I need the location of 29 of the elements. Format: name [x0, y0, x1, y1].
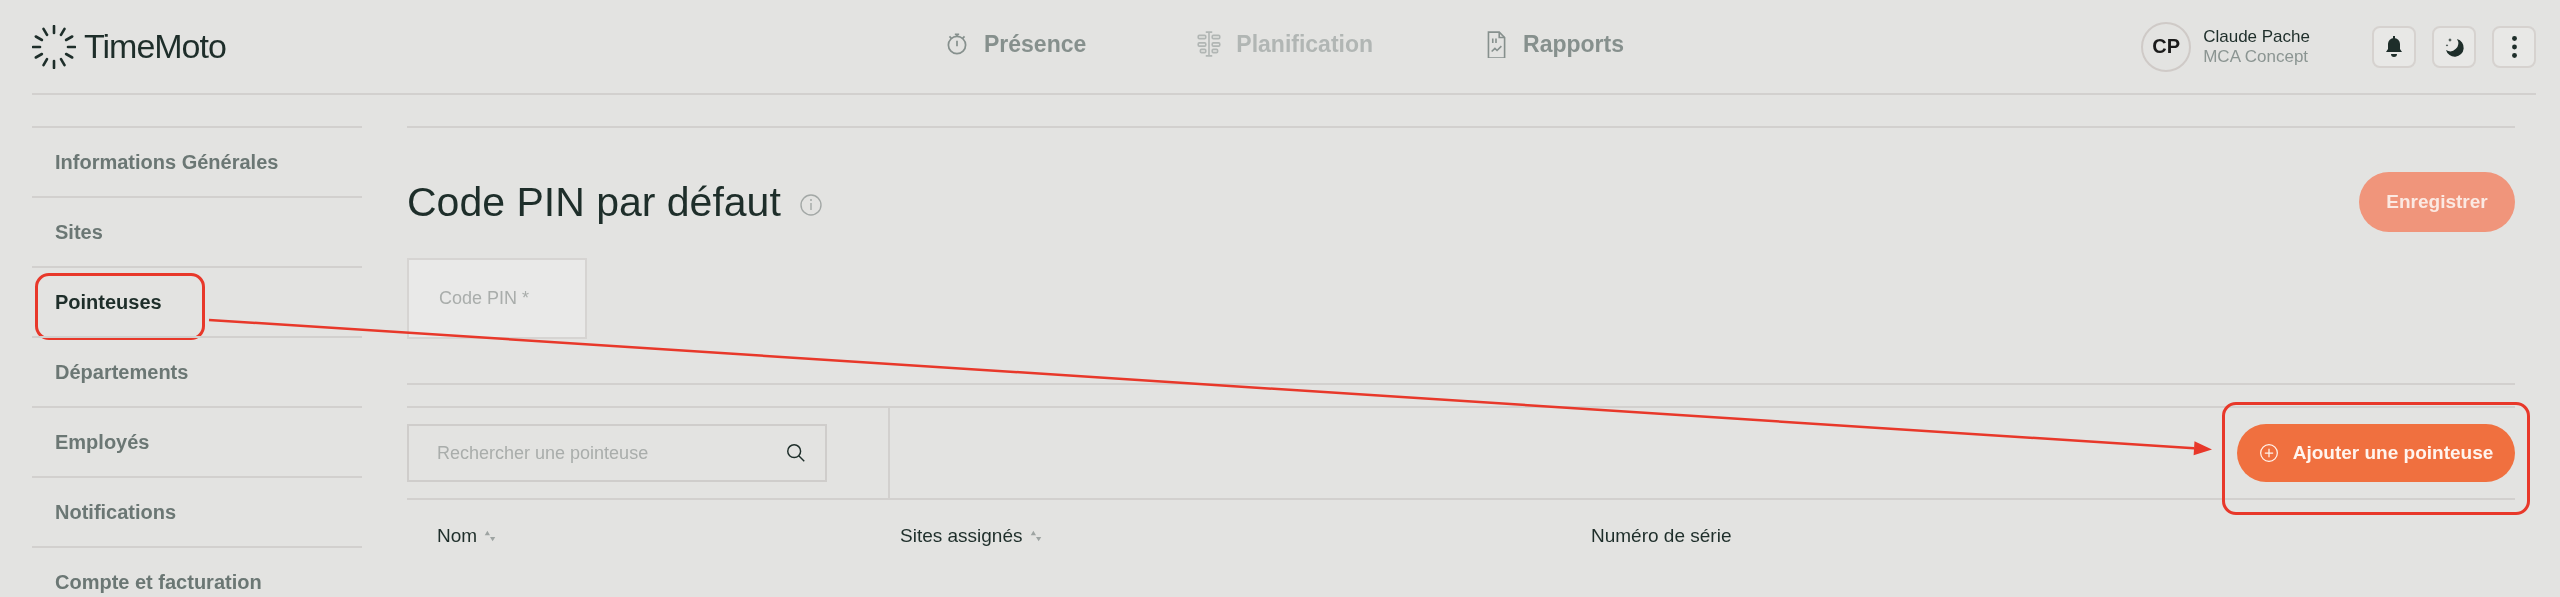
- more-icon: [2511, 35, 2517, 58]
- sidebar-item[interactable]: Informations Générales: [32, 126, 362, 196]
- user-name: Claude Pache: [2203, 26, 2310, 47]
- sidebar-item[interactable]: Pointeuses: [32, 266, 362, 336]
- search-icon: [785, 442, 807, 464]
- add-device-button[interactable]: Ajouter une pointeuse: [2237, 424, 2515, 482]
- sidebar-item[interactable]: Départements: [32, 336, 362, 406]
- nav-tab[interactable]: Présence: [944, 30, 1087, 58]
- logo-text: TimeMoto: [84, 27, 226, 66]
- more-button[interactable]: [2492, 25, 2536, 68]
- sidebar-item[interactable]: Employés: [32, 406, 362, 476]
- avatar[interactable]: CP: [2141, 21, 2192, 72]
- company-name: MCA Concept: [2203, 46, 2310, 67]
- sidebar-item[interactable]: Notifications: [32, 476, 362, 546]
- pin-field[interactable]: Code PIN *: [407, 258, 587, 339]
- planning-icon: [1196, 30, 1223, 58]
- logo-icon: [32, 24, 76, 69]
- page-title: Code PIN par défaut: [407, 178, 781, 226]
- plus-circle-icon: [2258, 443, 2279, 463]
- nav-tab[interactable]: Rapports: [1483, 30, 1624, 58]
- save-button[interactable]: Enregistrer: [2359, 172, 2515, 232]
- search-field[interactable]: Rechercher une pointeuse: [407, 424, 827, 482]
- column-header[interactable]: Nom: [437, 525, 900, 547]
- column-header[interactable]: Sites assignés: [900, 525, 1591, 547]
- sidebar-item[interactable]: Compte et facturation: [32, 546, 362, 597]
- notifications-button[interactable]: [2372, 25, 2416, 68]
- sidebar-item[interactable]: Sites: [32, 196, 362, 266]
- theme-button[interactable]: [2432, 25, 2476, 68]
- column-header: Numéro de série: [1591, 525, 1732, 547]
